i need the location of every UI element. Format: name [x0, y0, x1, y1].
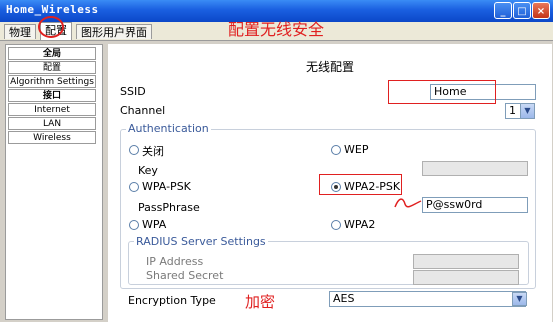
annotation-arrow	[394, 198, 422, 208]
radio-wpa[interactable]	[129, 220, 139, 230]
minimize-button[interactable]: _	[494, 2, 512, 19]
passphrase-label: PassPhrase	[138, 201, 200, 214]
sidebar-item-algorithm[interactable]: Algorithm Settings	[8, 75, 96, 88]
radio-wpa-psk[interactable]	[129, 182, 139, 192]
page-title: 无线配置	[305, 60, 354, 74]
ssid-label: SSID	[120, 85, 146, 98]
title-bar: Home_Wireless _ □ ×	[0, 0, 553, 22]
key-label: Key	[138, 164, 158, 177]
chevron-down-icon[interactable]: ▼	[520, 103, 535, 119]
sidebar-header-interface: 接口	[8, 89, 96, 102]
radius-legend: RADIUS Server Settings	[134, 235, 268, 248]
key-input[interactable]	[422, 161, 528, 176]
ip-address-label: IP Address	[146, 255, 204, 268]
encryption-type-select[interactable]: AES	[329, 291, 526, 307]
annotation-encryption: 加密	[245, 293, 276, 311]
radio-wpa2-label: WPA2	[344, 218, 376, 231]
shared-secret-input[interactable]	[413, 270, 519, 285]
main-panel: 无线配置 SSID Home Channel 1 ▼ Authenticatio…	[108, 44, 552, 322]
sidebar-item-settings[interactable]: 配置	[8, 61, 96, 74]
annotation-wpa2-box	[319, 174, 402, 195]
encryption-type-value: AES	[333, 292, 355, 305]
radio-wep[interactable]	[331, 145, 341, 155]
window-title: Home_Wireless	[6, 3, 99, 16]
encryption-type-label: Encryption Type	[128, 294, 216, 307]
annotation-ssid-box	[388, 80, 496, 104]
tab-gui[interactable]: 图形用户界面	[76, 24, 152, 39]
radio-wpa-label: WPA	[142, 218, 167, 231]
sidebar-item-wireless[interactable]: Wireless	[8, 131, 96, 144]
chevron-down-icon[interactable]: ▼	[512, 292, 527, 306]
maximize-button[interactable]: □	[513, 2, 531, 19]
radio-off-label: 关闭	[142, 145, 164, 158]
radio-off[interactable]	[129, 145, 139, 155]
sidebar-item-lan[interactable]: LAN	[8, 117, 96, 130]
passphrase-input[interactable]: P@ssw0rd	[422, 197, 528, 213]
sidebar: 全局 配置 Algorithm Settings 接口 Internet LAN…	[8, 47, 96, 145]
sidebar-header-global: 全局	[8, 47, 96, 60]
radio-wpa-psk-label: WPA-PSK	[142, 180, 191, 193]
authentication-legend: Authentication	[126, 122, 211, 135]
sidebar-item-internet[interactable]: Internet	[8, 103, 96, 116]
annotation-title: 配置无线安全	[228, 20, 325, 39]
channel-label: Channel	[120, 104, 166, 117]
radio-wep-label: WEP	[344, 143, 369, 156]
channel-value: 1	[509, 104, 516, 117]
ip-address-input[interactable]	[413, 254, 519, 269]
shared-secret-label: Shared Secret	[146, 269, 224, 282]
close-button[interactable]: ×	[532, 2, 550, 19]
tab-physical[interactable]: 物理	[4, 24, 36, 39]
radio-wpa2[interactable]	[331, 220, 341, 230]
annotation-circle	[38, 16, 64, 38]
